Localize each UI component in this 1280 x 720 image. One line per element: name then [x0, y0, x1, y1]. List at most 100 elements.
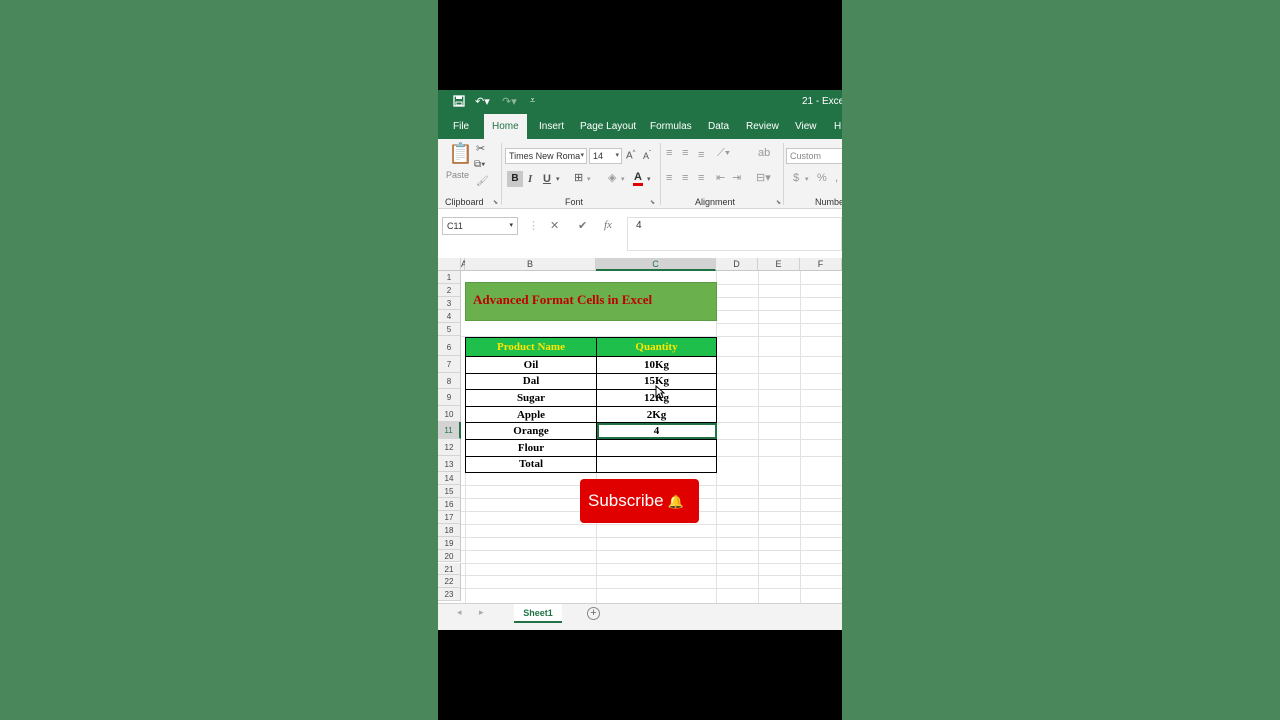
product-cell[interactable]: Apple	[465, 405, 597, 424]
undo-icon[interactable]: ↶▾	[475, 95, 490, 108]
increase-indent-icon[interactable]: ⇥	[732, 173, 741, 184]
row-header[interactable]: 4	[438, 310, 461, 323]
header-quantity[interactable]: Quantity	[596, 337, 717, 357]
sheet-tab-sheet1[interactable]: Sheet1	[514, 604, 562, 623]
bold-button[interactable]: B	[507, 171, 523, 187]
redo-icon[interactable]: ↷▾	[502, 95, 517, 108]
row-header[interactable]: 7	[438, 356, 461, 373]
underline-button[interactable]: U	[543, 174, 551, 185]
tab-review[interactable]: Review	[746, 114, 779, 139]
grow-font-icon[interactable]: A^	[626, 150, 636, 161]
shrink-font-icon[interactable]: Aˇ	[643, 151, 651, 161]
column-header-e[interactable]: E	[758, 258, 800, 271]
row-header[interactable]: 8	[438, 372, 461, 390]
tab-data[interactable]: Data	[708, 114, 729, 139]
chevron-down-icon[interactable]: ▾	[805, 176, 809, 183]
tab-view[interactable]: View	[795, 114, 817, 139]
currency-icon[interactable]: $	[793, 173, 799, 184]
wrap-text-icon[interactable]: ab	[758, 148, 770, 159]
borders-icon[interactable]: ⊞	[574, 173, 583, 184]
italic-button[interactable]: I	[528, 174, 532, 185]
font-launcher-icon[interactable]: ⬊	[650, 199, 655, 206]
product-cell[interactable]: Dal	[465, 372, 597, 391]
row-header[interactable]: 9	[438, 389, 461, 406]
tab-page-layout[interactable]: Page Layout	[580, 114, 636, 139]
row-header[interactable]: 1	[438, 271, 461, 284]
name-box[interactable]: C11 ▾	[442, 217, 518, 235]
product-cell[interactable]: Oil	[465, 356, 597, 374]
tab-formulas[interactable]: Formulas	[650, 114, 692, 139]
align-middle-icon[interactable]: ≡	[682, 148, 688, 159]
subscribe-button[interactable]: Subscribe 🔔	[580, 479, 699, 523]
row-header[interactable]: 3	[438, 297, 461, 310]
worksheet-grid[interactable]: A B C D E F 1 2 3 4 5 6 7 8 9 10 11 12 1…	[438, 258, 842, 603]
column-header-f[interactable]: F	[800, 258, 842, 271]
font-name-select[interactable]: Times New Roma ▾	[505, 148, 587, 164]
insert-function-icon[interactable]: fx	[604, 219, 612, 231]
tab-insert[interactable]: Insert	[539, 114, 564, 139]
orientation-icon[interactable]: ⟋▾	[717, 148, 730, 159]
row-header[interactable]: 23	[438, 588, 461, 602]
row-header[interactable]: 10	[438, 405, 461, 423]
sheet-title-cell[interactable]: Advanced Format Cells in Excel	[465, 282, 717, 321]
decrease-indent-icon[interactable]: ⇤	[716, 173, 725, 184]
align-bottom-icon[interactable]: ≡	[698, 150, 704, 161]
product-cell[interactable]: Sugar	[465, 389, 597, 407]
next-sheet-icon[interactable]: ▸	[479, 607, 484, 618]
column-header-c[interactable]: C	[596, 258, 716, 271]
font-color-icon[interactable]: A	[633, 172, 643, 186]
format-painter-icon[interactable]: 🖌	[476, 177, 489, 187]
font-size-select[interactable]: 14 ▾	[589, 148, 622, 164]
customize-qat-icon[interactable]: ⩡	[530, 95, 535, 106]
paste-icon[interactable]: 📋	[448, 144, 473, 164]
cut-icon[interactable]: ✂	[476, 144, 485, 155]
row-header[interactable]: 21	[438, 562, 461, 576]
chevron-down-icon[interactable]: ▾	[587, 176, 591, 183]
tab-home[interactable]: Home	[484, 114, 527, 139]
chevron-down-icon[interactable]: ▾	[556, 176, 560, 183]
product-cell[interactable]: Orange	[465, 422, 597, 440]
quantity-cell[interactable]	[596, 455, 717, 474]
row-header[interactable]: 11	[438, 422, 461, 439]
product-cell[interactable]: Flour	[465, 438, 597, 457]
enter-icon[interactable]: ✔	[578, 219, 587, 232]
active-cell-c11[interactable]: 4	[596, 422, 717, 440]
header-product-name[interactable]: Product Name	[465, 337, 597, 357]
copy-icon[interactable]: ⧉▾	[474, 160, 485, 170]
row-header[interactable]: 15	[438, 485, 461, 498]
cancel-icon[interactable]: ✕	[550, 219, 559, 232]
formula-input[interactable]: 4	[627, 217, 842, 251]
chevron-down-icon[interactable]: ▾	[621, 176, 625, 183]
prev-sheet-icon[interactable]: ◂	[457, 607, 462, 618]
alignment-launcher-icon[interactable]: ⬊	[776, 199, 781, 206]
number-format-select[interactable]: Custom	[786, 148, 842, 164]
row-header[interactable]: 12	[438, 439, 461, 456]
column-header-d[interactable]: D	[716, 258, 758, 271]
row-header[interactable]: 22	[438, 575, 461, 589]
align-right-icon[interactable]: ≡	[698, 173, 704, 184]
align-left-icon[interactable]: ≡	[666, 173, 672, 184]
row-header[interactable]: 18	[438, 523, 461, 537]
align-center-icon[interactable]: ≡	[682, 173, 688, 184]
save-icon[interactable]	[453, 95, 465, 110]
add-sheet-icon[interactable]: +	[587, 607, 600, 620]
comma-style-icon[interactable]: ,	[835, 173, 838, 184]
merge-center-icon[interactable]: ⊟▾	[756, 173, 771, 184]
row-header[interactable]: 20	[438, 549, 461, 563]
column-header-b[interactable]: B	[465, 258, 596, 271]
row-header[interactable]: 2	[438, 284, 461, 297]
clipboard-launcher-icon[interactable]: ⬊	[493, 199, 498, 206]
fill-color-icon[interactable]: ◈	[608, 173, 616, 184]
percent-icon[interactable]: %	[817, 173, 827, 184]
select-all-corner[interactable]	[438, 258, 461, 271]
chevron-down-icon[interactable]: ▾	[647, 176, 651, 183]
row-header[interactable]: 19	[438, 536, 461, 550]
product-cell[interactable]: Total	[465, 455, 597, 474]
row-header[interactable]: 14	[438, 472, 461, 486]
row-header[interactable]: 13	[438, 455, 461, 473]
quantity-cell[interactable]	[596, 438, 717, 457]
quantity-cell[interactable]: 10Kg	[596, 356, 717, 374]
align-top-icon[interactable]: ≡	[666, 148, 672, 159]
quantity-cell[interactable]: 2Kg	[596, 405, 717, 424]
tab-file[interactable]: File	[453, 114, 469, 139]
